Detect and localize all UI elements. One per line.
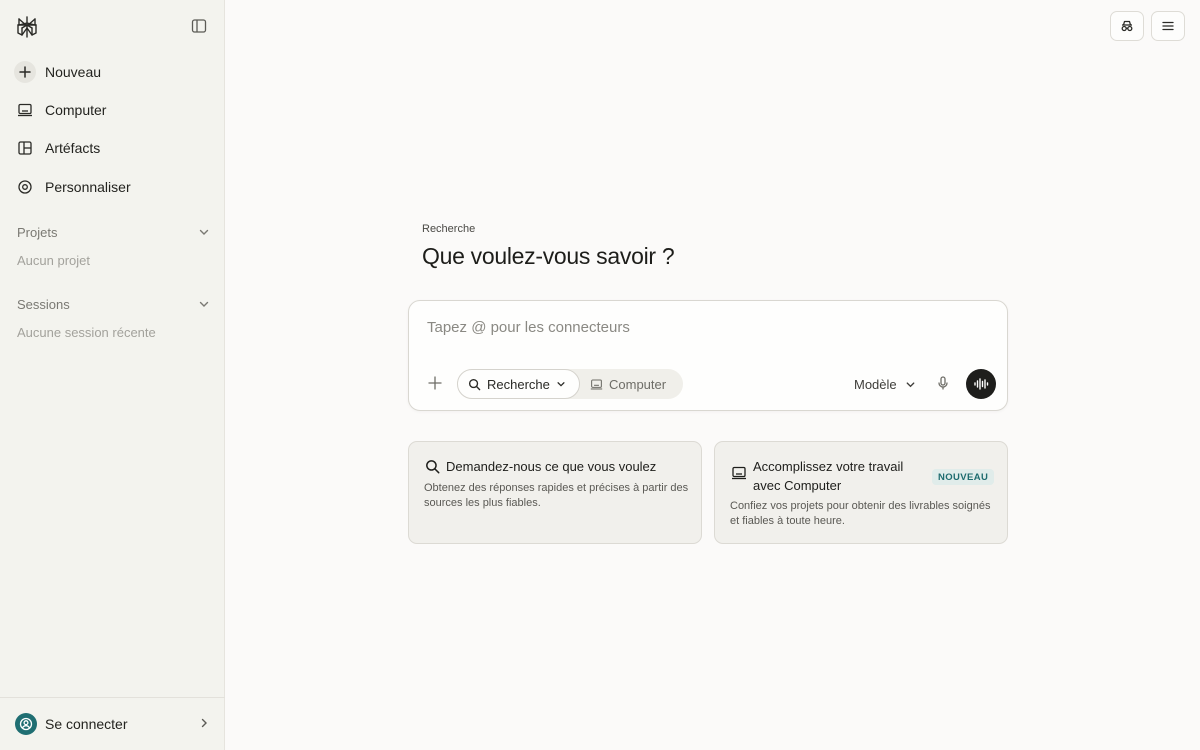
card-description: Confiez vos projets pour obtenir des liv… xyxy=(730,500,991,527)
waveform-icon xyxy=(974,378,989,390)
model-select[interactable]: Modèle xyxy=(854,375,916,393)
nav-item-nouveau[interactable]: Nouveau xyxy=(14,59,101,85)
laptop-icon xyxy=(732,466,746,480)
mode-search-button[interactable]: Recherche xyxy=(457,369,580,399)
incognito-icon xyxy=(1121,20,1133,32)
model-label: Modèle xyxy=(854,376,897,392)
voice-mode-button[interactable] xyxy=(966,369,996,399)
page-title: Que voulez-vous savoir ? xyxy=(422,243,675,269)
chevron-down-icon xyxy=(557,382,565,387)
card-title: Demandez-nous ce que vous voulez xyxy=(446,459,657,474)
nav-label: Nouveau xyxy=(45,64,102,80)
incognito-button[interactable] xyxy=(1110,11,1144,41)
mode-computer-label: Computer xyxy=(609,376,667,392)
sessions-section-header[interactable]: Sessions xyxy=(17,295,210,313)
sidebar-toggle-icon[interactable] xyxy=(190,17,208,35)
search-icon xyxy=(468,378,481,390)
menu-button[interactable] xyxy=(1151,11,1185,41)
chevron-right-icon xyxy=(201,718,207,728)
projects-section-header[interactable]: Projets xyxy=(17,223,210,241)
nav-label: Personnaliser xyxy=(45,179,131,195)
signin-label: Se connecter xyxy=(45,716,128,732)
search-icon xyxy=(426,460,440,474)
plus-icon xyxy=(14,61,36,83)
page-eyebrow: Recherche xyxy=(422,223,476,235)
chevron-down-icon xyxy=(199,229,209,235)
card-description: Obtenez des réponses rapides et précises… xyxy=(424,482,689,509)
mode-search-label: Recherche xyxy=(487,376,550,392)
nav-label: Artéfacts xyxy=(45,140,101,156)
layout-icon xyxy=(14,137,36,159)
attach-plus-icon[interactable] xyxy=(427,375,443,391)
mode-computer-button[interactable]: Computer xyxy=(590,369,666,399)
signin-button[interactable]: Se connecter xyxy=(0,697,225,750)
avatar xyxy=(15,713,37,735)
sessions-title: Sessions xyxy=(17,296,70,312)
chevron-down-icon xyxy=(906,381,915,387)
projects-empty-text: Aucun projet xyxy=(17,253,90,268)
chevron-down-icon xyxy=(199,301,209,307)
nav-item-artefacts[interactable]: Artéfacts xyxy=(14,135,100,161)
nav-label: Computer xyxy=(45,102,107,118)
laptop-icon xyxy=(14,99,36,121)
mode-selector: Recherche Computer xyxy=(457,369,683,399)
logo-icon[interactable] xyxy=(15,15,39,39)
new-badge: NOUVEAU xyxy=(932,469,995,485)
query-input[interactable] xyxy=(427,319,987,336)
nav-item-computer[interactable]: Computer xyxy=(14,97,106,123)
sessions-empty-text: Aucune session récente xyxy=(17,325,156,340)
card-title: Accomplissez votre travail avec Computer xyxy=(753,459,904,493)
user-icon xyxy=(19,717,33,731)
sidebar: Nouveau Computer Artéfacts Personnaliser… xyxy=(0,0,225,750)
microphone-icon[interactable] xyxy=(935,375,951,391)
nav-item-personnaliser[interactable]: Personnaliser xyxy=(14,174,131,200)
menu-icon xyxy=(1162,21,1174,31)
target-icon xyxy=(14,176,36,198)
card-title-row: Demandez-nous ce que vous voulez xyxy=(425,457,656,476)
card-ask-anything[interactable]: Demandez-nous ce que vous voulez Obtenez… xyxy=(408,441,702,544)
composer: Recherche Computer Modèle xyxy=(408,300,1008,411)
laptop-icon xyxy=(590,379,603,389)
projects-title: Projets xyxy=(17,224,58,240)
card-title-row: Accomplissez votre travail avec Computer xyxy=(731,457,931,495)
card-computer[interactable]: Accomplissez votre travail avec Computer… xyxy=(714,441,1008,544)
